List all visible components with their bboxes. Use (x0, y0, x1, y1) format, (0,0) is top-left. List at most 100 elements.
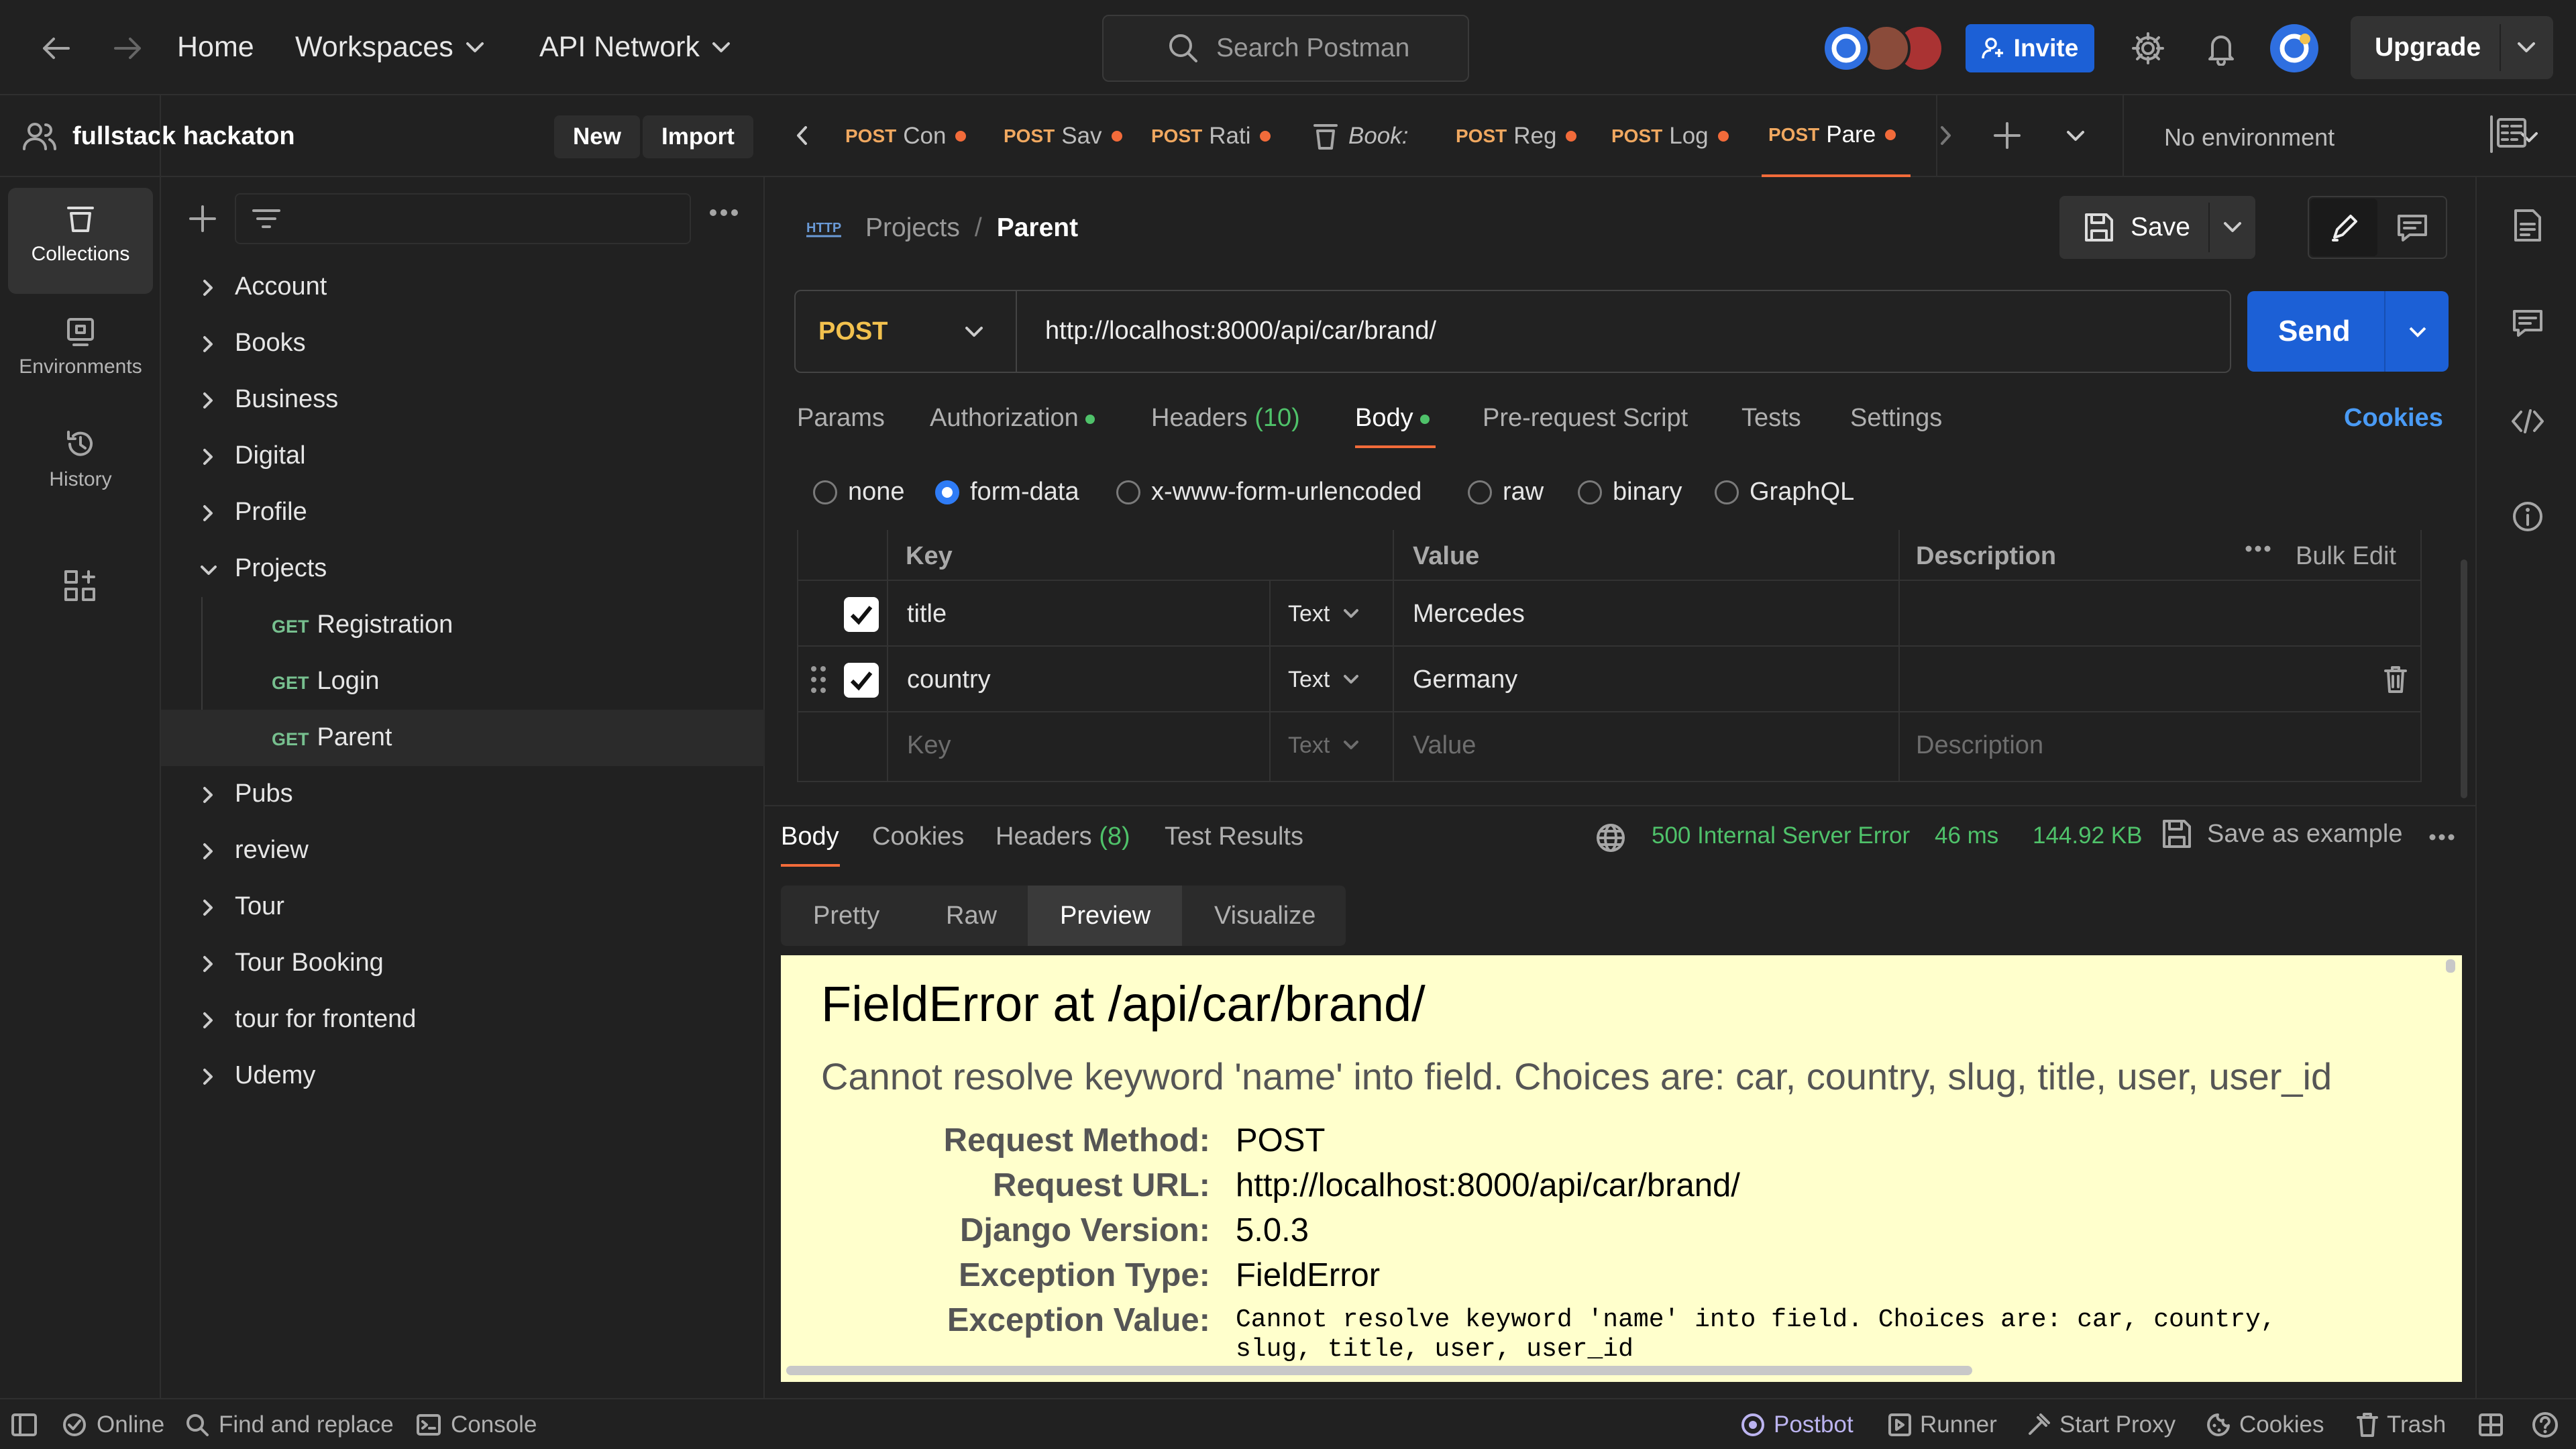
console-button[interactable]: Console (416, 1411, 537, 1438)
filter-input[interactable] (235, 193, 691, 244)
bell-icon[interactable] (2204, 31, 2238, 66)
postbot-button[interactable]: Postbot (1740, 1411, 1854, 1438)
save-as-example-button[interactable]: Save as example (2161, 818, 2403, 849)
upgrade-button[interactable]: Upgrade (2351, 16, 2553, 79)
key-cell[interactable]: title (907, 581, 947, 647)
view-tab-raw[interactable]: Raw (946, 885, 997, 946)
key-placeholder[interactable]: Key (907, 712, 951, 778)
chevron-down-icon[interactable] (2223, 221, 2242, 233)
code-icon[interactable] (2510, 408, 2545, 435)
view-tab-pretty[interactable]: Pretty (813, 885, 879, 946)
request-item[interactable]: GET Login (161, 653, 765, 710)
trash-button[interactable]: Trash (2356, 1411, 2446, 1438)
cookies-button[interactable]: Cookies (2206, 1411, 2324, 1438)
globe-icon[interactable] (1595, 822, 1626, 853)
collection-item[interactable]: Digital (161, 428, 765, 484)
back-arrow-icon[interactable] (40, 35, 71, 62)
documentation-icon[interactable] (2513, 208, 2542, 243)
radio-none[interactable]: none (813, 478, 905, 506)
url-input[interactable]: http://localhost:8000/api/car/brand/ (1045, 317, 1436, 345)
forward-arrow-icon[interactable] (113, 35, 144, 62)
view-tab-preview[interactable]: Preview (1028, 885, 1182, 946)
chevron-down-icon[interactable] (2517, 42, 2536, 54)
tabs-scroll-left-icon[interactable] (796, 125, 809, 146)
response-tab-body[interactable]: Body (781, 822, 840, 867)
layout-toggle-icon[interactable] (2478, 1413, 2504, 1437)
request-tab[interactable]: POST Rati (1151, 95, 1300, 177)
online-status[interactable]: Online (62, 1411, 164, 1438)
rail-environments[interactable]: Environments (8, 301, 153, 407)
tabs-menu-chevron-icon[interactable] (2066, 130, 2085, 142)
home-link[interactable]: Home (177, 31, 254, 64)
trash-icon[interactable] (2383, 665, 2408, 694)
runner-button[interactable]: Runner (1888, 1411, 1997, 1438)
plus-icon[interactable] (188, 204, 217, 233)
new-tab-plus-icon[interactable] (1992, 121, 2022, 150)
tab-headers[interactable]: Headers (10) (1151, 404, 1300, 433)
radio-graphql[interactable]: GraphQL (1715, 478, 1854, 506)
profile-avatar[interactable] (2269, 23, 2320, 74)
key-cell[interactable]: country (907, 647, 991, 712)
edit-mode-button[interactable] (2310, 199, 2377, 256)
tab-params[interactable]: Params (797, 404, 885, 433)
collection-item[interactable]: review (161, 822, 765, 879)
comment-icon[interactable] (2396, 213, 2428, 243)
environment-quick-look-icon[interactable] (2489, 114, 2529, 154)
collection-item[interactable]: tour for frontend (161, 991, 765, 1048)
view-tab-visualize[interactable]: Visualize (1214, 885, 1316, 946)
tab-tests[interactable]: Tests (1741, 404, 1801, 433)
import-button[interactable]: Import (643, 115, 753, 158)
method-selector[interactable]: POST (796, 291, 1017, 372)
row-checkbox[interactable] (844, 597, 879, 632)
tab-authorization[interactable]: Authorization (930, 404, 1095, 433)
collection-item[interactable]: Projects (161, 541, 765, 597)
collection-item[interactable]: Business (161, 372, 765, 428)
api-network-menu[interactable]: API Network (539, 31, 731, 64)
send-button[interactable]: Send (2247, 291, 2449, 372)
collection-item[interactable]: Profile (161, 484, 765, 541)
tab-pre-request-script[interactable]: Pre-request Script (1483, 404, 1688, 433)
avatars-group[interactable] (1819, 23, 1953, 74)
request-tab[interactable]: POST Sav (1004, 95, 1144, 177)
add-apps-icon[interactable] (63, 569, 97, 602)
find-and-replace-button[interactable]: Find and replace (185, 1411, 394, 1438)
response-size[interactable]: 144.92 KB (2033, 822, 2142, 849)
radio-binary[interactable]: binary (1578, 478, 1682, 506)
more-options-icon[interactable] (2428, 833, 2455, 841)
search-box[interactable]: Search Postman (1102, 15, 1469, 82)
vertical-scrollbar[interactable] (2446, 959, 2455, 973)
breadcrumb-current[interactable]: Parent (997, 213, 1078, 243)
collection-item[interactable]: Pubs (161, 766, 765, 822)
response-status[interactable]: 500 Internal Server Error (1652, 822, 1910, 849)
more-options-icon[interactable] (708, 208, 739, 217)
response-time[interactable]: 46 ms (1935, 822, 1998, 849)
start-proxy-button[interactable]: Start Proxy (2026, 1411, 2176, 1438)
scrollbar[interactable] (2461, 559, 2467, 798)
response-tab-test-results[interactable]: Test Results (1165, 822, 1303, 851)
response-tab-cookies[interactable]: Cookies (872, 822, 964, 851)
cookies-link[interactable]: Cookies (2344, 404, 2443, 433)
drag-handle-icon[interactable] (810, 665, 826, 694)
more-options-icon[interactable] (2245, 545, 2271, 553)
collection-item[interactable]: Books (161, 315, 765, 372)
value-placeholder[interactable]: Value (1413, 712, 1476, 778)
help-icon[interactable] (2532, 1411, 2559, 1438)
collection-item[interactable]: Udemy (161, 1048, 765, 1104)
collection-item[interactable]: Tour Booking (161, 935, 765, 991)
request-tab[interactable]: POST Con (845, 95, 994, 177)
tab-settings[interactable]: Settings (1850, 404, 1942, 433)
invite-button[interactable]: Invite (1966, 24, 2094, 72)
request-item[interactable]: GET Registration (161, 597, 765, 653)
value-cell[interactable]: Germany (1413, 647, 1517, 712)
request-tab[interactable]: POST Reg (1456, 95, 1605, 177)
bulk-edit-button[interactable]: Bulk Edit (2296, 530, 2396, 580)
description-placeholder[interactable]: Description (1916, 712, 2043, 778)
collection-item[interactable]: Account (161, 259, 765, 315)
type-select[interactable]: Text (1288, 712, 1359, 778)
info-icon[interactable] (2512, 500, 2544, 533)
row-checkbox[interactable] (844, 663, 879, 698)
request-tab-active[interactable]: POST Pare (1762, 95, 1911, 177)
tab-body[interactable]: Body (1355, 404, 1436, 448)
new-button[interactable]: New (554, 115, 640, 158)
response-tab-headers[interactable]: Headers (8) (996, 822, 1130, 851)
